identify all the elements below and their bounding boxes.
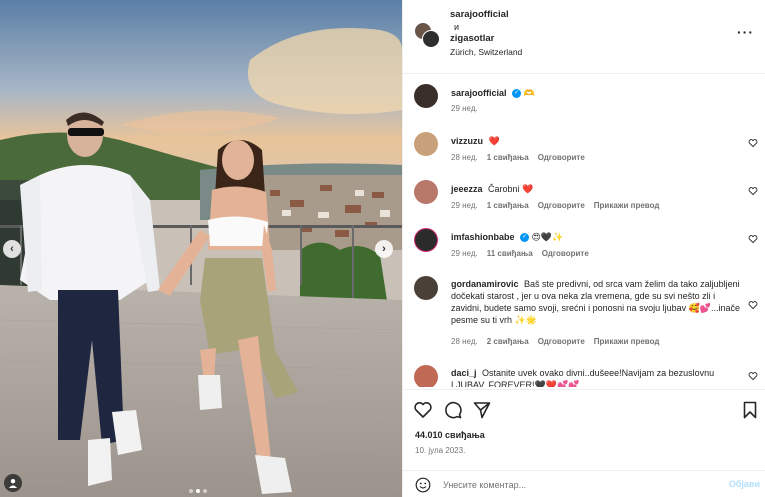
- avatar[interactable]: [414, 180, 438, 204]
- comment-likes[interactable]: 2 свиђања: [487, 337, 529, 346]
- comment-time[interactable]: 28 нед.: [451, 337, 478, 346]
- reply-button[interactable]: Одговорите: [538, 153, 585, 162]
- more-options-button[interactable]: ···: [737, 24, 754, 40]
- carousel-dot: [203, 489, 207, 493]
- header-text: sarajoofficial и zigasotlar Zürich, Swit…: [450, 9, 522, 58]
- translate-button[interactable]: Прикажи превод: [594, 201, 660, 210]
- comment-body: imfashionbabe ✓ 😍🖤✨: [451, 231, 741, 243]
- caption-body: sarajoofficial ✓ 🫶: [451, 87, 741, 99]
- chevron-right-icon: ›: [382, 243, 386, 255]
- comment-body: vizzuzu ❤️: [451, 135, 741, 147]
- post-date[interactable]: 10. јула 2023.: [415, 446, 465, 455]
- caption-text: 🫶: [523, 88, 535, 98]
- avatar[interactable]: [414, 84, 438, 108]
- comment-body: daci_j Ostanite uvek ovako divni..dušeee…: [451, 367, 741, 387]
- comments-list[interactable]: sarajoofficial ✓ 🫶 29 нед. vizzuzu ❤️ 28…: [403, 75, 765, 387]
- avatar[interactable]: [414, 276, 438, 300]
- add-comment-bar: Објави: [403, 470, 765, 497]
- comment-username[interactable]: daci_j: [451, 368, 477, 378]
- carousel-dot: [189, 489, 193, 493]
- photo-scene: [0, 0, 402, 497]
- carousel-next-button[interactable]: ›: [375, 240, 393, 258]
- comment-text: ❤️: [488, 136, 500, 146]
- verified-icon: ✓: [512, 89, 522, 99]
- comment-body: jeeezza Čarobni ❤️: [451, 183, 741, 195]
- comment-meta: 29 нед. 11 свиђања Одговорите: [451, 249, 589, 258]
- avatar[interactable]: [414, 365, 438, 387]
- comment-meta: 28 нед. 2 свиђања Одговорите Прикажи пре…: [451, 337, 659, 346]
- comment-like-icon[interactable]: [748, 186, 758, 196]
- likes-count[interactable]: 44.010 свиђања: [415, 430, 485, 440]
- caption-meta: 29 нед.: [451, 104, 478, 113]
- comment-like-icon[interactable]: [748, 138, 758, 148]
- translate-button[interactable]: Прикажи превод: [594, 337, 660, 346]
- caption-time[interactable]: 29 нед.: [451, 104, 478, 113]
- and-label: и: [454, 22, 460, 32]
- reply-button[interactable]: Одговорите: [538, 201, 585, 210]
- user-icon: [9, 479, 17, 488]
- comment-body: gordanamirovic Baš ste predivni, od srca…: [451, 278, 741, 326]
- post-panel: sarajoofficial и zigasotlar Zürich, Swit…: [402, 0, 765, 497]
- comment-likes[interactable]: 1 свиђања: [487, 153, 529, 162]
- avatar[interactable]: [414, 228, 438, 252]
- emoji-icon[interactable]: [415, 477, 431, 493]
- more-horizontal-icon: ···: [737, 24, 754, 40]
- avatar[interactable]: [422, 30, 440, 48]
- carousel-prev-button[interactable]: ‹: [3, 240, 21, 258]
- comment-text: 😍🖤✨: [531, 232, 564, 242]
- comment-text: Čarobni ❤️: [488, 184, 534, 194]
- chevron-left-icon: ‹: [10, 243, 14, 255]
- comment-username[interactable]: imfashionbabe: [451, 232, 515, 242]
- comment-like-icon[interactable]: [748, 234, 758, 244]
- post-comment-button[interactable]: Објави: [729, 479, 760, 489]
- comment-username[interactable]: gordanamirovic: [451, 279, 519, 289]
- avatar[interactable]: [414, 132, 438, 156]
- post-actions: [403, 389, 765, 429]
- verified-icon: ✓: [520, 233, 530, 243]
- comment-like-icon[interactable]: [748, 371, 758, 381]
- comment-username[interactable]: jeeezza: [451, 184, 483, 194]
- comment-meta: 29 нед. 1 свиђања Одговорите Прикажи пре…: [451, 201, 659, 210]
- comment-like-icon[interactable]: [748, 300, 758, 310]
- heart-icon[interactable]: [413, 400, 433, 420]
- reply-button[interactable]: Одговорите: [538, 337, 585, 346]
- location-link[interactable]: Zürich, Switzerland: [450, 46, 522, 58]
- comment-likes[interactable]: 11 свиђања: [487, 249, 533, 258]
- tagged-users-button[interactable]: [4, 474, 22, 492]
- comment-text: Ostanite uvek ovako divni..dušeee!Navija…: [451, 368, 715, 387]
- comment-likes[interactable]: 1 свиђања: [487, 201, 529, 210]
- comment-time[interactable]: 29 нед.: [451, 249, 478, 258]
- collaborator-username[interactable]: zigasotlar: [450, 33, 522, 45]
- reply-button[interactable]: Одговорите: [542, 249, 589, 258]
- comment-input[interactable]: [443, 476, 703, 493]
- post-header: sarajoofficial и zigasotlar Zürich, Swit…: [403, 0, 765, 74]
- caption-username[interactable]: sarajoofficial: [451, 88, 507, 98]
- collab-avatars[interactable]: [414, 22, 440, 48]
- bookmark-icon[interactable]: [740, 400, 760, 420]
- carousel-dot-active: [196, 489, 200, 493]
- author-username[interactable]: sarajoofficial: [450, 9, 522, 21]
- comment-icon[interactable]: [443, 400, 463, 420]
- comment-time[interactable]: 28 нед.: [451, 153, 478, 162]
- post-photo[interactable]: ‹ ›: [0, 0, 402, 497]
- comment-username[interactable]: vizzuzu: [451, 136, 483, 146]
- carousel-dots: [189, 489, 207, 493]
- share-icon[interactable]: [472, 400, 492, 420]
- comment-time[interactable]: 29 нед.: [451, 201, 478, 210]
- comment-meta: 28 нед. 1 свиђања Одговорите: [451, 153, 585, 162]
